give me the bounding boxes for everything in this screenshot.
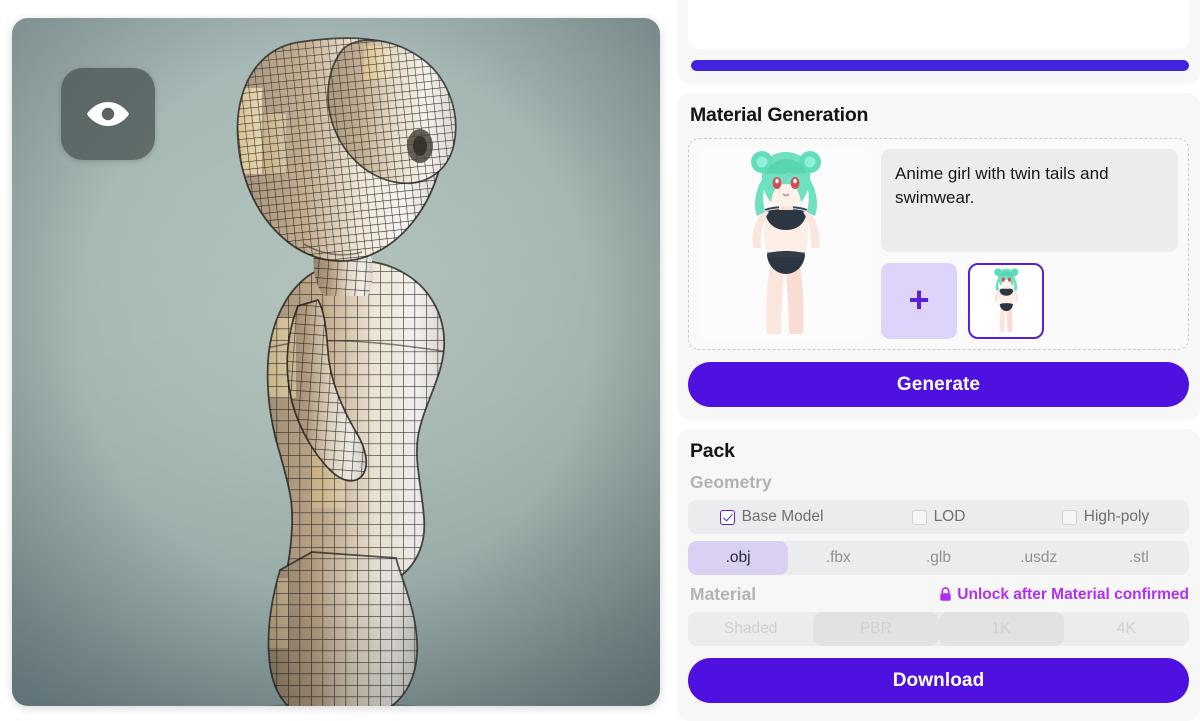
add-reference-image-button[interactable]: + <box>881 263 957 339</box>
checkbox-icon[interactable] <box>1061 509 1077 525</box>
generation-progress-card <box>677 0 1200 84</box>
geometry-option-label: LOD <box>933 508 966 525</box>
progress-card-body <box>688 0 1189 49</box>
material-prompt-input[interactable]: Anime girl with twin tails and swimwear. <box>881 149 1178 252</box>
eye-icon-button[interactable] <box>61 68 155 160</box>
progress-bar-fill <box>691 60 1189 71</box>
material-option-shaded: Shaded <box>723 620 778 637</box>
material-generation-card: Material Generation Anime girl with twin… <box>677 93 1200 420</box>
eye-icon <box>86 99 130 129</box>
reference-thumbnail-row: + <box>881 263 1178 339</box>
progress-bar-track <box>691 60 1189 71</box>
material-lock-note: Unlock after Material confirmed <box>939 586 1189 604</box>
reference-image <box>699 149 871 341</box>
generate-button[interactable]: Generate <box>688 362 1189 407</box>
format-option-glb[interactable]: .glb <box>888 541 988 575</box>
format-option-stl[interactable]: .stl <box>1089 541 1189 575</box>
app-root: Material Generation Anime girl with twin… <box>0 0 1200 721</box>
material-option-pbr: PBR <box>813 612 939 646</box>
pack-title: Pack <box>690 440 735 462</box>
geometry-option-label: High-poly <box>1083 508 1150 525</box>
material-generation-title: Material Generation <box>690 104 869 126</box>
reference-thumbnail-selected[interactable] <box>968 263 1044 339</box>
format-option-usdz[interactable]: .usdz <box>989 541 1089 575</box>
geometry-option-high-poly[interactable]: High-poly <box>1022 508 1189 526</box>
material-options-row: Shaded PBR 1K 4K <box>688 612 1189 646</box>
geometry-label: Geometry <box>690 472 772 492</box>
material-header-row: Material Unlock after Material confirmed <box>688 584 1189 605</box>
3d-model-viewport[interactable] <box>12 18 660 706</box>
checkbox-checked-icon[interactable] <box>719 509 735 525</box>
checkbox-icon[interactable] <box>911 509 927 525</box>
geometry-option-lod[interactable]: LOD <box>855 508 1022 526</box>
pack-card: Pack Geometry Base Model LOD High-poly .… <box>677 429 1200 721</box>
geometry-options-row: Base Model LOD High-poly <box>688 500 1189 534</box>
geometry-format-row: .obj .fbx .glb .usdz .stl <box>688 541 1189 575</box>
material-lock-note-text: Unlock after Material confirmed <box>957 585 1189 603</box>
material-option-1k: 1K <box>938 612 1064 646</box>
geometry-option-base-model[interactable]: Base Model <box>688 508 855 526</box>
format-option-obj[interactable]: .obj <box>688 541 789 575</box>
geometry-header-row: Geometry <box>688 472 1189 493</box>
geometry-option-label: Base Model <box>741 508 824 525</box>
material-reference-dropzone[interactable]: Anime girl with twin tails and swimwear.… <box>688 138 1189 350</box>
right-panel-column: Material Generation Anime girl with twin… <box>677 0 1200 721</box>
material-option-4k: 4K <box>1116 620 1136 637</box>
material-generation-controls: Anime girl with twin tails and swimwear.… <box>881 149 1178 339</box>
format-option-fbx[interactable]: .fbx <box>788 541 888 575</box>
material-label: Material <box>690 584 757 604</box>
pack-spacer <box>688 703 1189 708</box>
lock-icon <box>939 587 952 602</box>
download-button[interactable]: Download <box>688 658 1189 703</box>
plus-icon: + <box>908 278 930 320</box>
